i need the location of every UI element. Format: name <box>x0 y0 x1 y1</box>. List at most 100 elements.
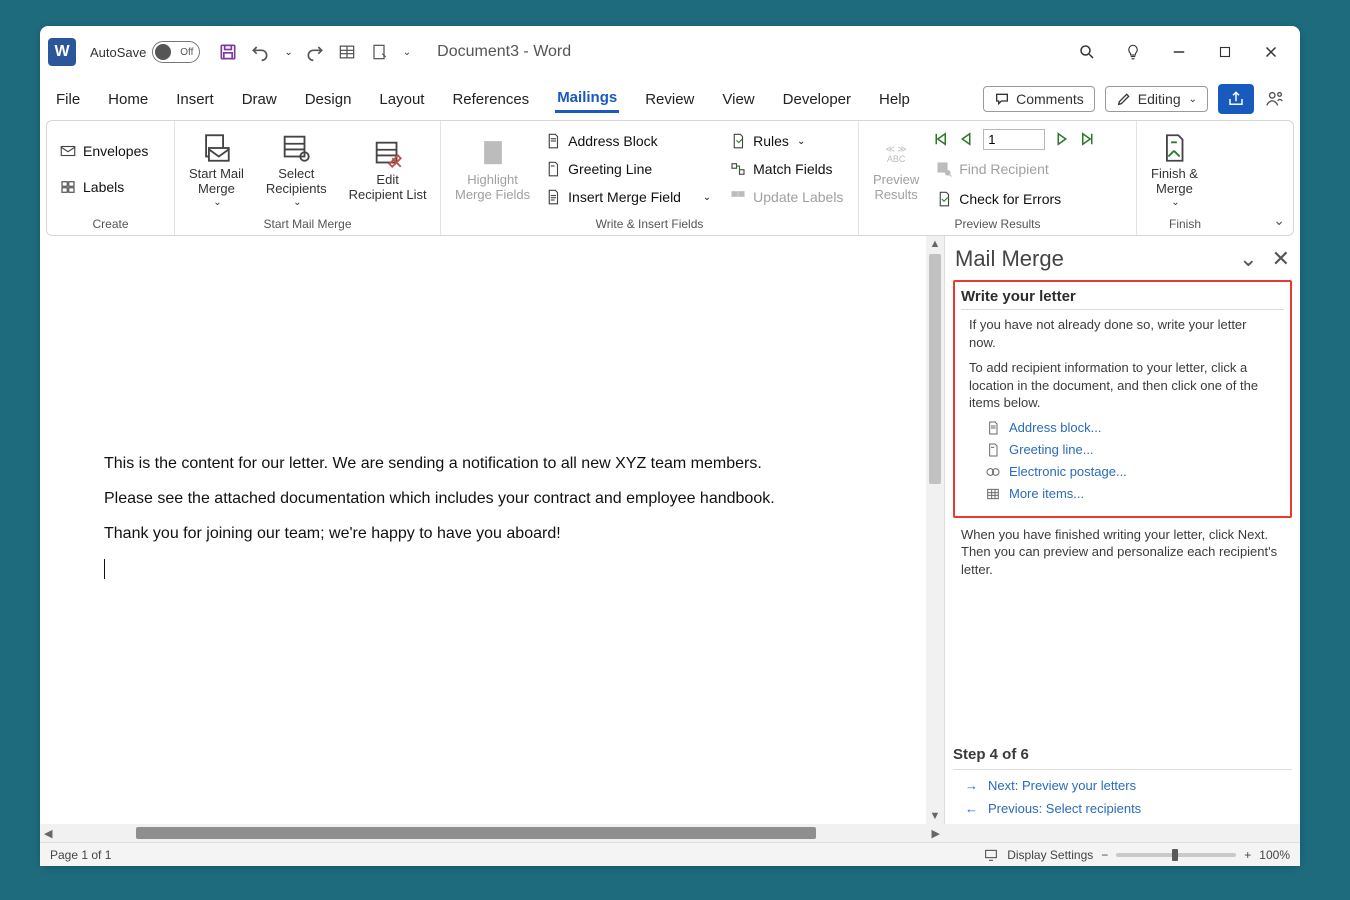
address-block-link[interactable]: Address block... <box>985 420 1284 436</box>
prev-record-icon[interactable] <box>957 130 975 148</box>
pane-after-text: When you have finished writing your lett… <box>961 526 1284 579</box>
tab-mailings[interactable]: Mailings <box>555 85 619 113</box>
tab-design[interactable]: Design <box>303 87 354 112</box>
tab-insert[interactable]: Insert <box>174 87 216 112</box>
scroll-left-icon[interactable]: ◀ <box>40 827 56 840</box>
record-navigation <box>931 129 1097 150</box>
qat-customize-icon[interactable]: ⌄ <box>403 47 411 58</box>
tab-references[interactable]: References <box>450 87 531 112</box>
address-block-button[interactable]: Address Block <box>540 130 715 152</box>
display-settings-label[interactable]: Display Settings <box>1007 848 1093 862</box>
tab-file[interactable]: File <box>54 87 82 112</box>
account-icon[interactable] <box>1264 88 1286 110</box>
record-number-input[interactable] <box>983 129 1045 150</box>
collapse-ribbon-icon[interactable]: ⌄ <box>1273 212 1285 229</box>
comment-icon <box>994 91 1010 107</box>
group-finish-label: Finish <box>1137 217 1233 235</box>
close-icon[interactable] <box>1262 43 1280 61</box>
tab-developer[interactable]: Developer <box>781 87 853 112</box>
redo-icon[interactable] <box>305 42 325 62</box>
minimize-icon[interactable] <box>1170 43 1188 61</box>
document-area: This is the content for our letter. We a… <box>40 236 944 824</box>
rules-button[interactable]: Rules⌄ <box>725 130 847 152</box>
tab-draw[interactable]: Draw <box>240 87 279 112</box>
titlebar: W AutoSave Off ⌄ ⌄ Document3 - Word <box>40 26 1300 78</box>
vertical-scrollbar[interactable]: ▲ ▼ <box>926 236 944 824</box>
share-icon <box>1227 90 1245 108</box>
share-button[interactable] <box>1218 84 1254 114</box>
doc-line: Please see the attached documentation wh… <box>104 481 862 516</box>
page-icon <box>544 132 562 150</box>
finish-merge-button[interactable]: Finish & Merge⌄ <box>1145 127 1204 210</box>
tab-review[interactable]: Review <box>643 87 696 112</box>
start-mail-merge-button[interactable]: Start Mail Merge⌄ <box>183 127 250 210</box>
table-icon[interactable] <box>337 42 357 62</box>
labels-button[interactable]: Labels <box>55 176 152 198</box>
zoom-out-button[interactable]: − <box>1101 848 1108 862</box>
electronic-postage-link[interactable]: Electronic postage... <box>985 464 1284 480</box>
tab-help[interactable]: Help <box>877 87 912 112</box>
autosave-toggle[interactable]: AutoSave Off <box>90 41 200 63</box>
edit-recipient-list-button[interactable]: Edit Recipient List <box>343 133 433 205</box>
doc-line: This is the content for our letter. We a… <box>104 446 862 481</box>
ribbon-tabs: File Home Insert Draw Design Layout Refe… <box>40 78 1300 120</box>
page-icon <box>544 160 562 178</box>
select-recipients-button[interactable]: Select Recipients⌄ <box>260 127 333 210</box>
greeting-line-button[interactable]: Greeting Line <box>540 158 715 180</box>
pane-dropdown-icon[interactable]: ⌄ <box>1239 246 1257 272</box>
pane-next-link[interactable]: →Next: Preview your letters <box>965 778 1292 793</box>
scroll-up-icon[interactable]: ▲ <box>930 236 941 252</box>
tab-home[interactable]: Home <box>106 87 150 112</box>
highlighted-section: Write your letter If you have not alread… <box>953 280 1292 518</box>
rules-icon <box>729 132 747 150</box>
last-record-icon[interactable] <box>1079 130 1097 148</box>
greeting-line-link[interactable]: Greeting line... <box>985 442 1284 458</box>
autosave-label: AutoSave <box>90 45 146 60</box>
envelope-icon <box>59 142 77 160</box>
save-icon[interactable] <box>218 42 238 62</box>
zoom-slider[interactable] <box>1116 853 1236 857</box>
maximize-icon[interactable] <box>1216 43 1234 61</box>
tab-view[interactable]: View <box>720 87 756 112</box>
check-errors-button[interactable]: Check for Errors <box>931 188 1097 210</box>
labels-icon <box>59 178 77 196</box>
preview-results-button: ≪ ≫ABCPreview Results <box>867 133 925 205</box>
scroll-down-icon[interactable]: ▼ <box>930 808 941 824</box>
find-recipient-button: Find Recipient <box>931 158 1097 180</box>
match-icon <box>729 160 747 178</box>
undo-split-icon[interactable]: ⌄ <box>284 47 292 58</box>
next-record-icon[interactable] <box>1053 130 1071 148</box>
postage-icon <box>985 464 1001 480</box>
doc-line: Thank you for joining our team; we're ha… <box>104 516 862 551</box>
display-settings-icon[interactable] <box>983 847 999 863</box>
page-icon[interactable] <box>369 42 389 62</box>
zoom-in-button[interactable]: + <box>1244 848 1251 862</box>
update-icon <box>729 188 747 206</box>
find-icon <box>935 160 953 178</box>
match-fields-button[interactable]: Match Fields <box>725 158 847 180</box>
page-indicator[interactable]: Page 1 of 1 <box>50 848 111 862</box>
tab-layout[interactable]: Layout <box>377 87 426 112</box>
hscroll-thumb[interactable] <box>136 827 816 839</box>
page-icon <box>985 420 1001 436</box>
document-page[interactable]: This is the content for our letter. We a… <box>40 236 926 824</box>
zoom-level[interactable]: 100% <box>1259 848 1290 862</box>
search-icon[interactable] <box>1078 43 1096 61</box>
horizontal-scrollbar[interactable]: ◀ ▶ <box>40 824 1300 842</box>
pane-close-icon[interactable]: ✕ <box>1272 246 1290 272</box>
toggle-off[interactable]: Off <box>152 41 200 63</box>
editing-mode-button[interactable]: Editing⌄ <box>1105 86 1208 112</box>
page-icon <box>985 442 1001 458</box>
undo-icon[interactable] <box>250 42 270 62</box>
insert-merge-field-button[interactable]: Insert Merge Field ⌄ <box>540 186 715 208</box>
envelopes-button[interactable]: Envelopes <box>55 140 152 162</box>
mail-merge-pane: Mail Merge ⌄ ✕ Write your letter If you … <box>944 236 1300 824</box>
pane-prev-link[interactable]: ←Previous: Select recipients <box>965 801 1292 816</box>
mailmerge-icon <box>199 131 233 165</box>
comments-button[interactable]: Comments <box>983 86 1095 112</box>
lightbulb-icon[interactable] <box>1124 43 1142 61</box>
scroll-thumb[interactable] <box>929 254 941 484</box>
more-items-link[interactable]: More items... <box>985 486 1284 502</box>
first-record-icon[interactable] <box>931 130 949 148</box>
scroll-right-icon[interactable]: ▶ <box>928 827 944 840</box>
